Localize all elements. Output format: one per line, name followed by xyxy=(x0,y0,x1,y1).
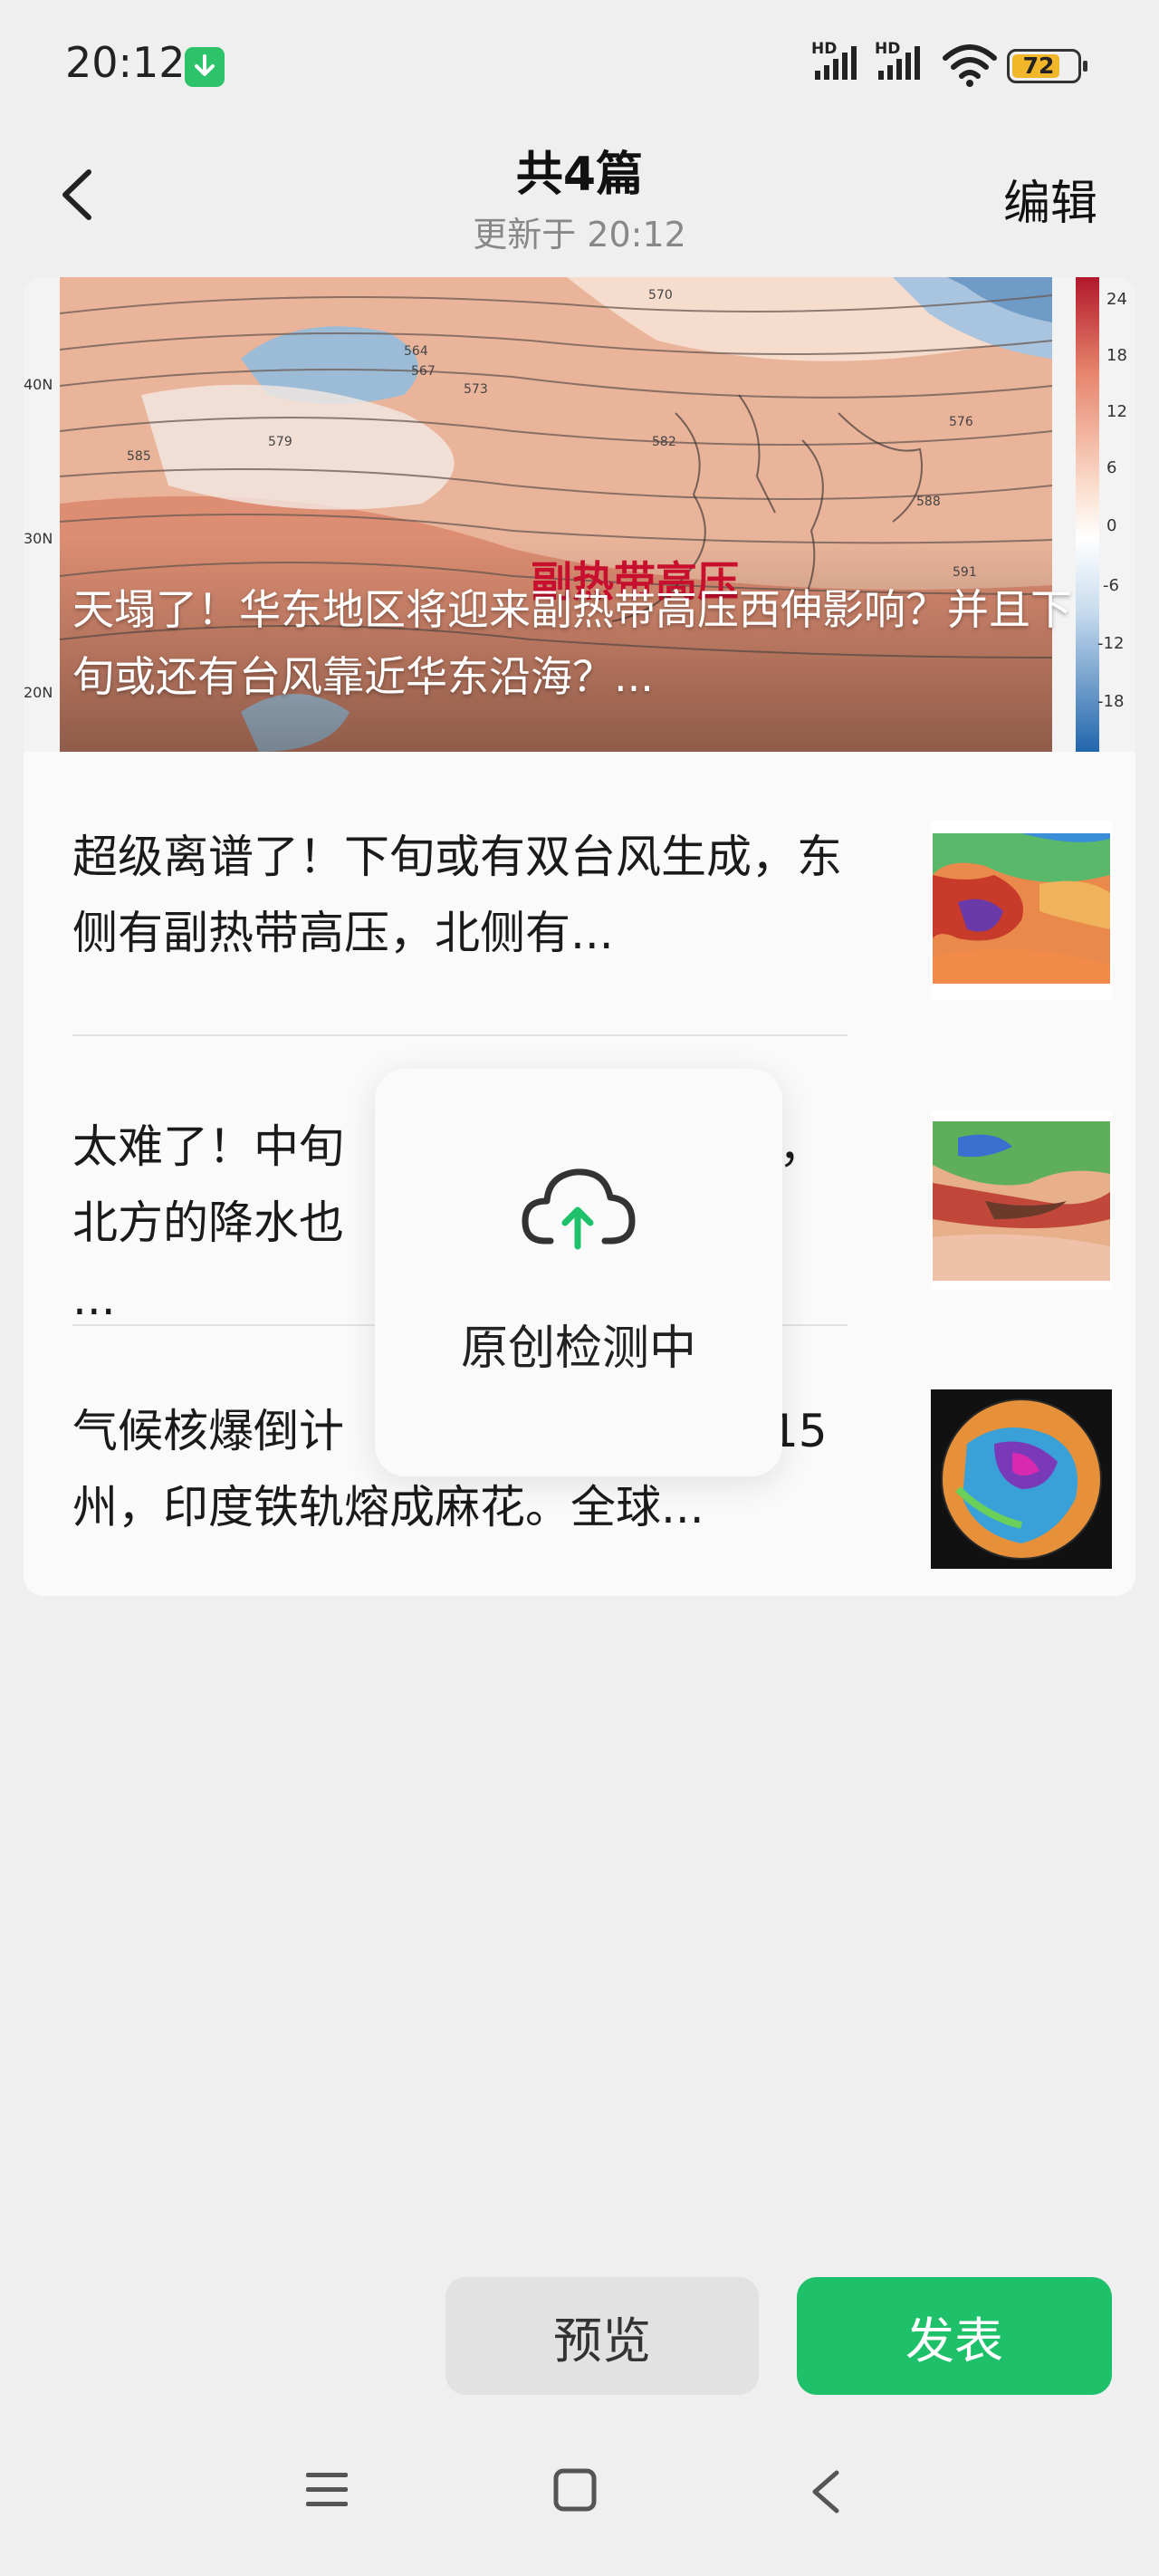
article-thumbnail xyxy=(931,1389,1112,1569)
battery-level: 72 xyxy=(1022,53,1055,79)
article-title-part: 气候核爆倒计 xyxy=(72,1405,344,1457)
article-title: 超级离谱了！下旬或有双台风生成，东侧有副热带高压，北侧有... xyxy=(72,831,842,959)
contour-label: 582 xyxy=(652,435,676,449)
contour-label: 567 xyxy=(411,364,436,379)
status-bar: 20:12 HD HD 72 xyxy=(0,0,1159,136)
contour-label: 588 xyxy=(916,495,941,509)
update-time: 更新于 20:12 xyxy=(473,215,686,255)
toast-text: 原创检测中 xyxy=(460,1322,696,1376)
scale-label: -6 xyxy=(1103,576,1119,595)
contour-label: 564 xyxy=(404,344,428,359)
preview-button[interactable]: 预览 xyxy=(445,2277,759,2395)
signal-icon-2: HD xyxy=(875,40,929,87)
page-title: 共4篇 xyxy=(515,148,644,202)
article-thumbnail xyxy=(931,1110,1112,1290)
home-icon[interactable] xyxy=(552,2467,598,2513)
battery-icon: 72 xyxy=(1007,49,1087,83)
divider xyxy=(72,1034,848,1036)
contour-label: 576 xyxy=(949,415,973,429)
lat-label: 20N xyxy=(24,684,53,701)
cloud-upload-icon xyxy=(522,1168,636,1250)
scale-label: 6 xyxy=(1106,458,1116,477)
article-title-part: ， xyxy=(779,1120,824,1173)
scale-label: 18 xyxy=(1106,346,1127,365)
article-title-part: 州，印度铁轨熔成麻花。全球... xyxy=(72,1481,704,1533)
download-icon xyxy=(185,47,225,87)
article-title-part: 北方的降水也 xyxy=(72,1197,344,1249)
article-item[interactable]: 超级离谱了！下旬或有双台风生成，东侧有副热带高压，北侧有... xyxy=(72,819,1135,1000)
contour-label: 579 xyxy=(268,435,292,449)
signal-icon: HD xyxy=(811,40,866,87)
original-check-toast: 原创检测中 xyxy=(375,1069,782,1476)
wifi-icon xyxy=(943,44,997,87)
lat-label: 40N xyxy=(24,376,53,393)
scale-label: 24 xyxy=(1106,290,1127,309)
article-title-part: ... xyxy=(72,1273,116,1325)
scale-label: 12 xyxy=(1106,402,1127,421)
contour-label: 573 xyxy=(464,382,488,397)
edit-button[interactable]: 编辑 xyxy=(1003,165,1097,233)
hero-article[interactable]: 副热带高压 40N 30N 20N 24 18 12 6 0 -6 -12 -1… xyxy=(24,277,1135,752)
publish-button[interactable]: 发表 xyxy=(797,2277,1112,2395)
menu-icon[interactable] xyxy=(302,2467,351,2513)
contour-label: 585 xyxy=(127,449,151,464)
status-time: 20:12 xyxy=(65,38,186,87)
lat-label: 30N xyxy=(24,530,53,547)
scale-label: 0 xyxy=(1106,516,1116,535)
back-nav-icon[interactable] xyxy=(806,2467,846,2516)
article-thumbnail xyxy=(931,821,1112,1000)
article-title-part: 太难了！中旬 xyxy=(72,1120,344,1173)
scale-label: -12 xyxy=(1097,634,1124,653)
hero-title: 天塌了！华东地区将迎来副热带高压西伸影响？并且下旬或还有台风靠近华东沿海？... xyxy=(72,585,1072,701)
scale-label: -18 xyxy=(1097,692,1124,711)
contour-label: 570 xyxy=(648,288,673,303)
